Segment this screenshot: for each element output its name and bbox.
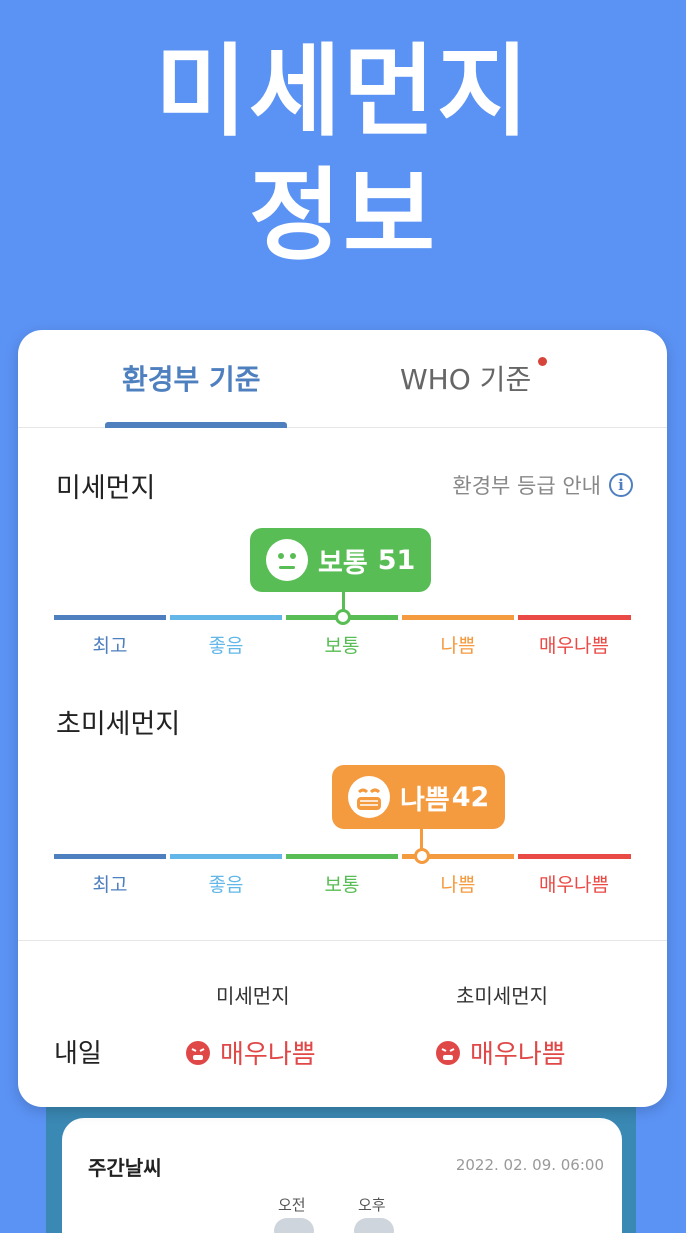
pm25-level-marker (414, 848, 430, 864)
pm10-level-marker (335, 609, 351, 625)
scale-bar-good (170, 854, 282, 859)
scale-label-good: 좋음 (208, 874, 244, 896)
hero-title-line2: 정보 (249, 157, 437, 274)
active-tab-indicator (105, 422, 287, 428)
grade-guide-label: 환경부 등급 안내 (452, 474, 601, 498)
tab-env-standard[interactable]: 환경부 기준 (122, 358, 261, 398)
scale-bar-good (170, 615, 282, 620)
scale-bar-very-bad (518, 615, 631, 620)
scale-label-best: 최고 (92, 635, 128, 657)
scale-bar-normal (286, 854, 398, 859)
tomorrow-label: 내일 (54, 1039, 102, 1069)
hero-title-line1: 미세먼지 (155, 33, 531, 150)
tomorrow-pm25-status-text: 매우나쁨 (470, 1040, 566, 1070)
air-quality-card: 환경부 기준 WHO 기준 미세먼지 환경부 등급 안내 i 보통 51 최고 … (18, 330, 667, 1107)
weekly-weather-title: 주간날씨 (88, 1156, 162, 1180)
scale-label-best: 최고 (92, 874, 128, 896)
pm25-status-bubble: 나쁨 42 (332, 765, 506, 829)
scale-label-very-bad: 매우나쁨 (539, 635, 609, 657)
scale-label-normal: 보통 (324, 635, 360, 657)
tomorrow-pm25-header: 초미세먼지 (456, 984, 548, 1008)
weekly-weather-datetime: 2022. 02. 09. 06:00 (455, 1156, 604, 1174)
pm10-status-text: 보통 (318, 547, 368, 579)
tab-who-standard[interactable]: WHO 기준 (400, 358, 531, 398)
tomorrow-pm25-status: 매우나쁨 (436, 1034, 566, 1071)
scale-bar-very-bad (518, 854, 631, 859)
pm25-bubble-stem (420, 829, 423, 849)
scale-label-bad: 나쁨 (440, 874, 476, 896)
hero-title: 미세먼지 정보 (0, 30, 686, 278)
pm10-title: 미세먼지 (56, 473, 156, 504)
weekly-weather-card[interactable]: 주간날씨 2022. 02. 09. 06:00 오전 오후 (62, 1118, 622, 1233)
pm10-status-bubble: 보통 51 (250, 528, 432, 592)
angry-face-icon (186, 1040, 210, 1065)
new-badge-dot (538, 357, 547, 366)
cloud-icon (354, 1218, 394, 1233)
cloud-icon (274, 1218, 314, 1233)
standard-tabs: 환경부 기준 WHO 기준 (18, 330, 667, 428)
info-icon: i (609, 473, 633, 497)
scale-label-bad: 나쁨 (440, 635, 476, 657)
tomorrow-pm10-status: 매우나쁨 (186, 1034, 316, 1071)
weekly-pm-label: 오후 (358, 1196, 386, 1214)
pm25-value: 42 (451, 781, 490, 813)
angry-face-icon (436, 1040, 460, 1065)
section-divider (18, 940, 667, 941)
scale-label-normal: 보통 (324, 874, 360, 896)
scale-bar-best (54, 854, 166, 859)
pm25-status-text: 나쁨 (400, 784, 450, 816)
grade-guide-link[interactable]: 환경부 등급 안내 i (452, 470, 633, 500)
weekly-am-label: 오전 (278, 1196, 306, 1214)
scale-label-good: 좋음 (208, 635, 244, 657)
scale-label-very-bad: 매우나쁨 (539, 874, 609, 896)
neutral-face-icon (266, 539, 308, 581)
tomorrow-pm10-header: 미세먼지 (216, 984, 290, 1008)
scale-bar-best (54, 615, 166, 620)
scale-bar-bad (402, 615, 514, 620)
mask-face-icon (348, 776, 390, 818)
pm10-value: 51 (377, 544, 416, 576)
tomorrow-pm10-status-text: 매우나쁨 (220, 1040, 316, 1070)
pm25-title: 초미세먼지 (56, 709, 181, 740)
